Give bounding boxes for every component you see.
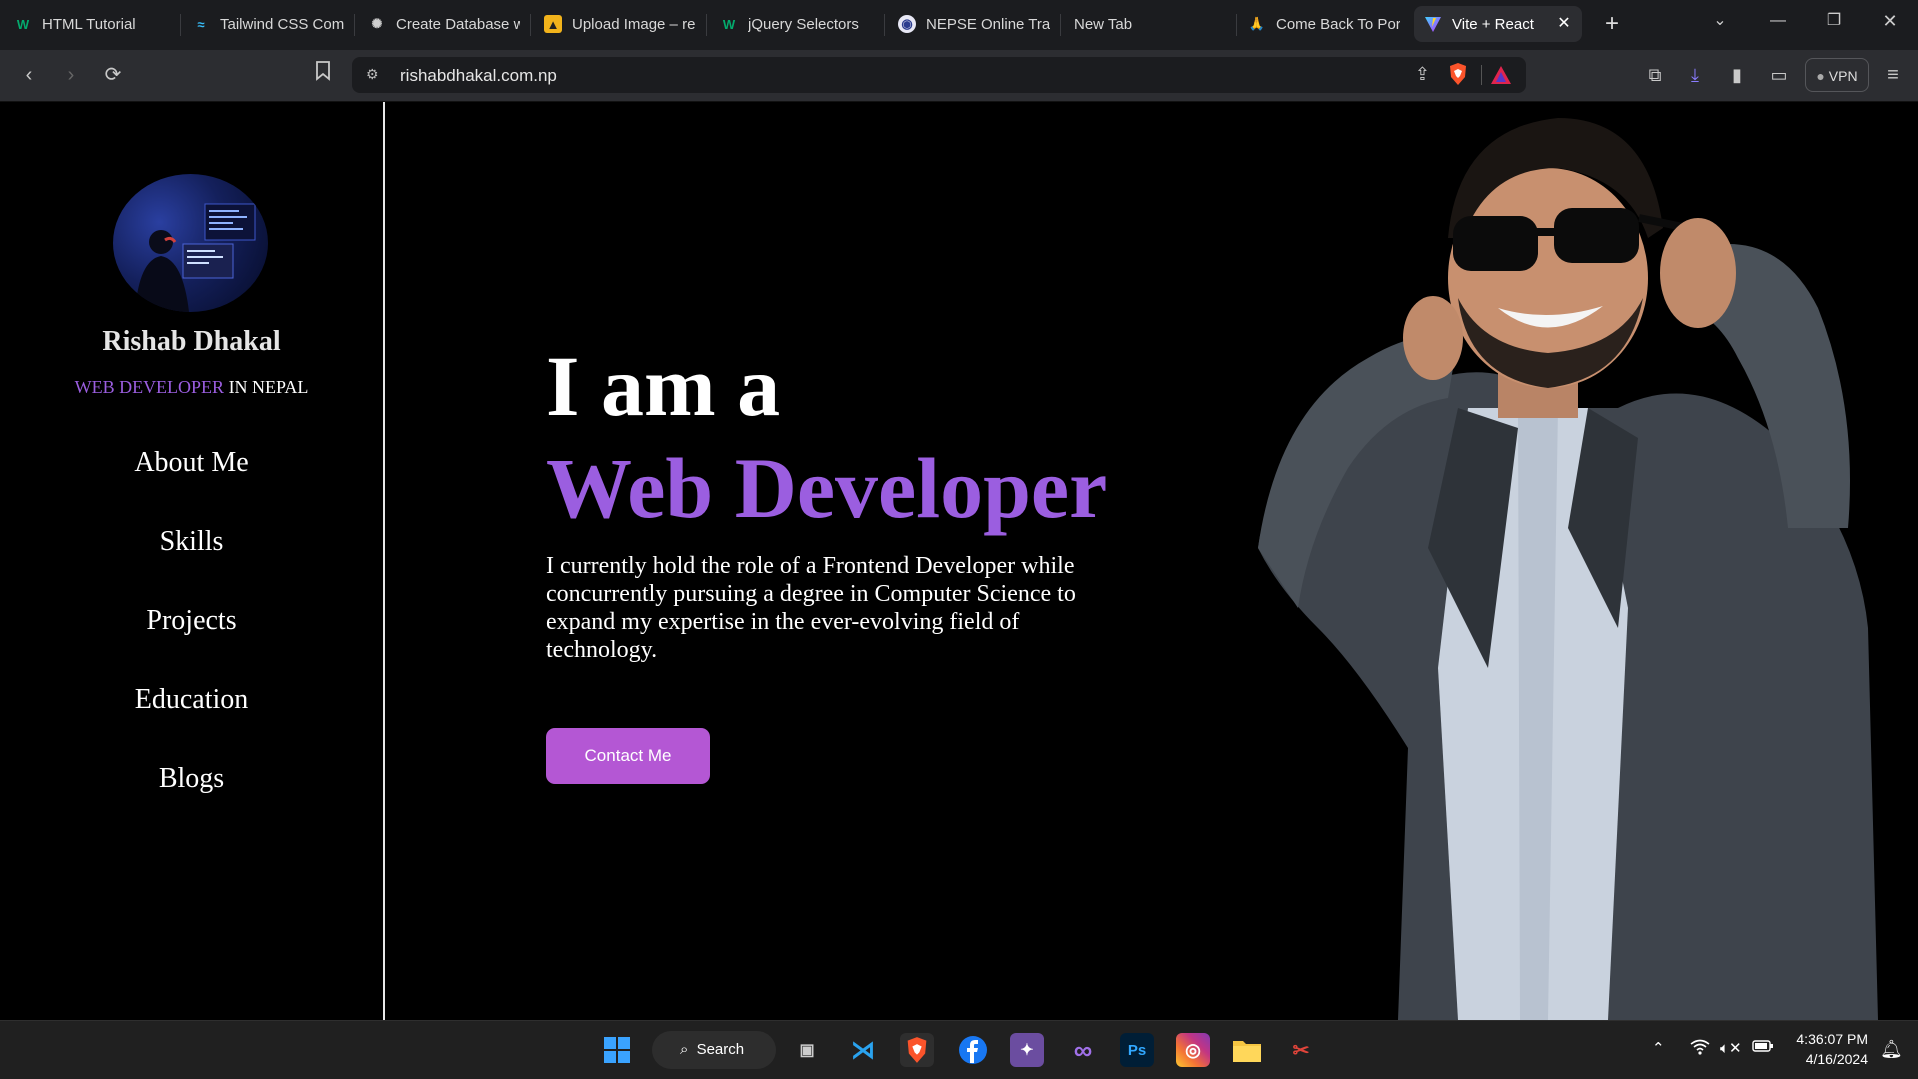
back-button[interactable]: ‹ [14, 60, 44, 90]
nav-education[interactable]: Education [0, 684, 383, 716]
upload-icon: ▲ [544, 15, 562, 33]
brave-rewards-icon[interactable] [1490, 64, 1512, 91]
forward-button[interactable]: › [56, 60, 86, 90]
w3schools-icon: W [722, 16, 736, 32]
tab-upload-image[interactable]: ▲ Upload Image – re [544, 6, 696, 42]
role-location: IN NEPAL [224, 377, 309, 397]
instagram-icon[interactable]: ◎ [1176, 1033, 1210, 1067]
omnibox-divider [1481, 65, 1482, 85]
close-tab-icon[interactable]: ✕ [1554, 14, 1574, 34]
nav-skills[interactable]: Skills [0, 526, 383, 558]
role-accent: WEB DEVELOPER [74, 377, 225, 397]
tab-separator [530, 14, 531, 36]
task-view-icon[interactable]: ▣ [790, 1033, 824, 1067]
nav-blogs[interactable]: Blogs [0, 763, 383, 795]
address-bar[interactable]: ⚙ rishabdhakal.com.np ⇪ [352, 57, 1526, 93]
tab-separator [180, 14, 181, 36]
nav-about-me[interactable]: About Me [0, 447, 383, 479]
nav-projects[interactable]: Projects [0, 605, 383, 637]
extensions-icon[interactable]: ⧉ [1640, 60, 1670, 90]
browser-tab-strip: W HTML Tutorial ≈ Tailwind CSS Com ✺ Cre… [0, 0, 1918, 50]
notifications-icon[interactable]: 🔔︎ [1880, 1039, 1903, 1060]
menu-icon[interactable]: ≡ [1878, 60, 1908, 90]
clock-time: 4:36:07 PM [1796, 1031, 1868, 1047]
tailwind-icon: ≈ [197, 16, 205, 32]
restore-button[interactable]: ❐ [1814, 6, 1854, 36]
tab-come-back[interactable]: 🙏 Come Back To Por [1248, 6, 1400, 42]
url-text[interactable]: rishabdhakal.com.np [400, 66, 557, 86]
brave-shields-icon[interactable] [1448, 62, 1468, 91]
profile-name: Rishab Dhakal [102, 326, 281, 357]
battery-icon[interactable] [1752, 1039, 1774, 1057]
reload-button[interactable]: ⟳ [98, 60, 128, 90]
vscode-icon[interactable]: ⋊ [846, 1033, 880, 1067]
contact-me-button[interactable]: Contact Me [546, 728, 710, 784]
close-window-button[interactable]: ✕ [1870, 6, 1910, 36]
tab-separator [354, 14, 355, 36]
sidebar: Rishab Dhakal WEB DEVELOPER IN NEPAL Abo… [0, 102, 385, 1020]
taskbar: ⌕ Search ▣ ⋊ ✦ ∞ Ps ◎ ✂ ⌃ 🔈︎✕ 4:36:07 PM… [0, 1020, 1918, 1079]
game-app-icon[interactable]: ✦ [1010, 1033, 1044, 1067]
avatar [113, 174, 268, 312]
hero-intro: I am a [546, 338, 781, 434]
chatgpt-icon: ✺ [371, 16, 383, 31]
show-hidden-icons[interactable]: ⌃ [1652, 1039, 1665, 1057]
profile-portrait [1258, 108, 1878, 1020]
tab-separator [706, 14, 707, 36]
sidebar-toggle-icon[interactable]: ▮ [1722, 60, 1752, 90]
photoshop-icon[interactable]: Ps [1120, 1033, 1154, 1067]
volume-muted-icon[interactable]: 🔈︎✕ [1720, 1039, 1742, 1057]
hero-description: I currently hold the role of a Frontend … [546, 553, 1076, 663]
vite-icon [1424, 15, 1442, 33]
bell-icon: 🙏 [1248, 16, 1266, 31]
tab-nepse[interactable]: ◉ NEPSE Online Trad [898, 6, 1050, 42]
w3schools-icon: W [16, 16, 30, 32]
system-clock[interactable]: 4:36:07 PM 4/16/2024 [1796, 1029, 1868, 1069]
tab-new-tab[interactable]: New Tab [1074, 6, 1214, 42]
tab-html-tutorial[interactable]: W HTML Tutorial [14, 6, 174, 42]
downloads-icon[interactable]: ⤓ [1680, 60, 1710, 90]
tab-jquery-selectors[interactable]: W jQuery Selectors [720, 6, 880, 42]
wifi-icon[interactable] [1690, 1039, 1710, 1059]
tab-create-database[interactable]: ✺ Create Database w [368, 6, 520, 42]
profile-role: WEB DEVELOPER IN NEPAL [0, 377, 383, 398]
wallet-icon[interactable]: ▭ [1764, 60, 1794, 90]
tab-search-chevron-icon[interactable]: ⌄ [1700, 6, 1740, 36]
bookmark-icon[interactable] [308, 60, 338, 90]
tab-separator [1060, 14, 1061, 36]
hero-title: Web Developer [546, 440, 1108, 536]
tab-vite-react[interactable]: Vite + React ✕ [1414, 6, 1582, 42]
taskbar-search[interactable]: ⌕ Search [652, 1031, 776, 1069]
visual-studio-icon[interactable]: ∞ [1066, 1033, 1100, 1067]
file-explorer-icon[interactable] [1230, 1033, 1264, 1067]
facebook-icon[interactable] [956, 1033, 990, 1067]
search-icon: ⌕ [680, 1041, 689, 1058]
new-tab-button[interactable]: + [1598, 10, 1626, 38]
vpn-status-icon: ● [1816, 68, 1825, 84]
brave-browser-icon[interactable] [900, 1033, 934, 1067]
site-settings-icon[interactable]: ⚙ [366, 66, 379, 83]
minimize-button[interactable]: — [1758, 6, 1798, 36]
clock-date: 4/16/2024 [1805, 1051, 1868, 1067]
share-icon[interactable]: ⇪ [1415, 64, 1430, 85]
snipping-tool-icon[interactable]: ✂ [1284, 1033, 1318, 1067]
tab-separator [884, 14, 885, 36]
tab-separator [1236, 14, 1237, 36]
tab-tailwind[interactable]: ≈ Tailwind CSS Com [192, 6, 344, 42]
windows-start-icon[interactable] [600, 1033, 634, 1067]
nepse-icon: ◉ [898, 15, 916, 33]
vpn-button[interactable]: ● VPN [1805, 58, 1869, 92]
browser-toolbar: ‹ › ⟳ ⚙ rishabdhakal.com.np ⇪ ⧉ ⤓ ▮ ▭ ● … [0, 50, 1918, 102]
